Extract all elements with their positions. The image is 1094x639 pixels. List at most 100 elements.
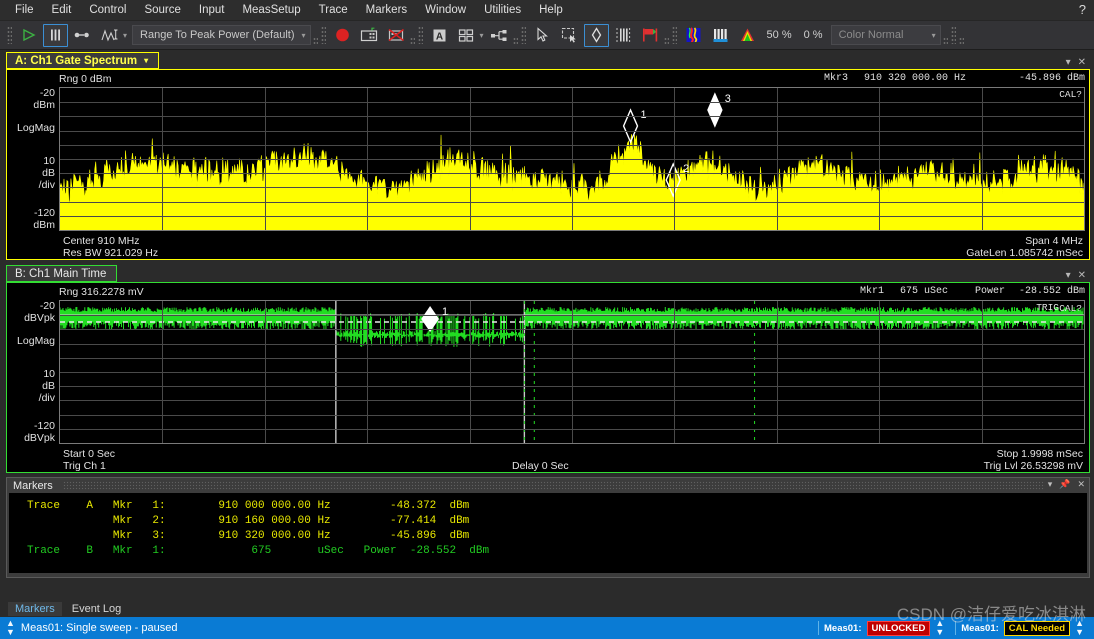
record-button[interactable] xyxy=(330,24,355,47)
markers-table[interactable]: Trace A Mkr 1: 910 000 000.00 Hz -48.372… xyxy=(9,493,1087,573)
panel-a-graph[interactable]: Rng 0 dBm Mkr3 910 320 000.00 Hz -45.896… xyxy=(6,69,1090,260)
pause-button[interactable] xyxy=(43,23,68,47)
toolbar-grip-7[interactable] xyxy=(520,26,526,44)
up-down-arrows-icon-2[interactable]: ▲ ▼ xyxy=(935,619,944,637)
capture-disabled-button[interactable] xyxy=(384,24,409,47)
close-icon[interactable]: ✕ xyxy=(1078,57,1086,68)
menu-item-trace[interactable]: Trace xyxy=(310,2,357,18)
toolbar-grip-2[interactable] xyxy=(312,37,318,46)
marker-diamond-icon[interactable] xyxy=(666,164,680,196)
panel-a-marker-readout-freq: 910 320 000.00 Hz xyxy=(864,73,967,84)
toolbar-grip-5[interactable] xyxy=(417,26,423,44)
autorange-caret[interactable]: ▾ xyxy=(123,31,127,40)
panel-b-trig-ch: Trig Ch 1 xyxy=(63,460,106,472)
toolbar-grip-8[interactable] xyxy=(663,37,669,46)
zoom-box-button[interactable] xyxy=(557,24,582,47)
up-down-arrows-icon[interactable]: ▲ ▼ xyxy=(6,619,15,637)
persistence-button[interactable] xyxy=(735,24,760,47)
marker-row-1: Trace A Mkr 1: 910 000 000.00 Hz -48.372… xyxy=(27,500,470,512)
menu-item-file[interactable]: File xyxy=(6,2,43,18)
toolbar-grip-6[interactable] xyxy=(512,37,518,46)
grid-layout-button[interactable] xyxy=(454,24,479,47)
marker-diamond-icon[interactable] xyxy=(421,306,440,332)
gridline-v xyxy=(879,88,881,230)
menu-item-source[interactable]: Source xyxy=(135,2,189,18)
close-icon-b[interactable]: ✕ xyxy=(1078,270,1086,281)
panel-a-window-tools: ▾ ✕ xyxy=(1066,57,1086,68)
pointer-icon xyxy=(536,27,548,42)
text-annotation-button[interactable]: A xyxy=(427,24,452,47)
color-dropdown[interactable]: Color Normal ▾ xyxy=(830,25,941,45)
main-toolbar: ▾ Range To Peak Power (Default) ▾ A ▾ 50… xyxy=(0,21,1094,50)
status-badge-2-prefix: Meas01: xyxy=(961,622,999,634)
minimize-icon-b[interactable]: ▾ xyxy=(1066,270,1071,281)
panel-a-tabbar: A: Ch1 Gate Spectrum ▾ ▾ ✕ xyxy=(6,51,1090,69)
panel-b-marker-readout-time: 675 uSec xyxy=(900,286,949,297)
single-step-button[interactable] xyxy=(70,24,95,47)
play-icon xyxy=(23,28,36,42)
menu-item-help[interactable]: Help xyxy=(530,2,572,18)
bars-icon xyxy=(616,28,631,42)
toolbar-grip-9[interactable] xyxy=(671,26,677,44)
spectrogram-button[interactable] xyxy=(681,24,706,47)
grid-layout-caret[interactable]: ▾ xyxy=(480,31,484,40)
autorange-icon xyxy=(100,29,117,42)
status-bar: ▲ ▼ Meas01: Single sweep - paused Meas01:… xyxy=(0,617,1094,639)
panel-a-tab[interactable]: A: Ch1 Gate Spectrum ▾ xyxy=(6,52,160,69)
toolbar-grip-11[interactable] xyxy=(950,26,956,44)
toolbar-grip-10[interactable] xyxy=(942,37,948,46)
pin-icon[interactable]: 📌 xyxy=(1059,479,1070,490)
panel-b-plot-area[interactable]: TRIG CAL? 1 xyxy=(59,300,1085,444)
menu-item-control[interactable]: Control xyxy=(80,2,135,18)
play-button[interactable] xyxy=(16,24,41,47)
panel-a-ytop-value: -20 xyxy=(39,87,55,99)
panel-a-ybot-unit: dBm xyxy=(33,219,55,231)
markers-panel-titlebar[interactable]: Markers ▾ 📌 ✕ xyxy=(7,478,1089,493)
bars-button[interactable] xyxy=(611,24,636,47)
autorange-button[interactable] xyxy=(97,24,122,47)
menu-item-meassetup[interactable]: MeasSetup xyxy=(233,2,309,18)
minimize-icon[interactable]: ▾ xyxy=(1066,57,1071,68)
marker-row-2: Mkr 2: 910 160 000.00 Hz -77.414 dBm xyxy=(27,515,470,527)
node-network-button[interactable] xyxy=(487,24,512,47)
toolbar-grip-4[interactable] xyxy=(409,37,415,46)
toolbar-grip-3[interactable] xyxy=(320,26,326,44)
panel-b-marker-readout-label: Mkr1 xyxy=(860,286,885,297)
panel-a-ymode: LogMag xyxy=(17,122,55,134)
gate-flag-icon xyxy=(643,28,658,42)
marker-tool-button[interactable] xyxy=(583,23,609,47)
panel-b-tab[interactable]: B: Ch1 Main Time xyxy=(6,265,118,282)
chevron-down-icon: ▾ xyxy=(301,30,306,40)
screen-capture-button[interactable] xyxy=(357,24,382,47)
status-badge-unlocked: UNLOCKED xyxy=(866,620,931,636)
menu-item-utilities[interactable]: Utilities xyxy=(475,2,530,18)
menu-item-window[interactable]: Window xyxy=(416,2,475,18)
gate-button[interactable] xyxy=(638,24,663,47)
toolbar-grip-12[interactable] xyxy=(958,37,964,46)
minimize-icon-markers[interactable]: ▾ xyxy=(1048,479,1053,490)
panel-a-plot-area[interactable]: CAL? 123 xyxy=(59,87,1085,231)
marker-diamond-icon[interactable] xyxy=(708,94,722,126)
marker-label: 1 xyxy=(640,109,646,121)
marker-diamond-icon[interactable] xyxy=(624,110,638,142)
menu-item-markers[interactable]: Markers xyxy=(357,2,417,18)
pointer-button[interactable] xyxy=(530,24,555,47)
waterfall-icon xyxy=(713,29,728,42)
close-icon-markers[interactable]: ✕ xyxy=(1077,479,1085,490)
up-down-arrows-icon-3[interactable]: ▲ ▼ xyxy=(1075,619,1084,637)
bottom-tab-event-log[interactable]: Event Log xyxy=(65,602,129,616)
help-question-icon[interactable]: ? xyxy=(1079,2,1086,17)
waterfall-button[interactable] xyxy=(708,24,733,47)
menu-item-edit[interactable]: Edit xyxy=(43,2,81,18)
record-icon xyxy=(335,28,349,42)
percent-value-1[interactable]: 50 % xyxy=(761,29,798,41)
panel-a-span: Span 4 MHz xyxy=(1025,235,1083,247)
bottom-tab-markers[interactable]: Markers xyxy=(8,601,62,616)
panel-b-range: Rng 316.2278 mV xyxy=(59,286,144,298)
menu-item-input[interactable]: Input xyxy=(190,2,234,18)
range-dropdown[interactable]: Range To Peak Power (Default) ▾ xyxy=(132,25,311,45)
percent-value-2[interactable]: 0 % xyxy=(798,29,829,41)
panel-b-graph[interactable]: Rng 316.2278 mV Mkr1 675 uSec Power -28.… xyxy=(6,282,1090,473)
gridline-v xyxy=(264,88,266,230)
toolbar-grip-1[interactable] xyxy=(7,26,12,44)
